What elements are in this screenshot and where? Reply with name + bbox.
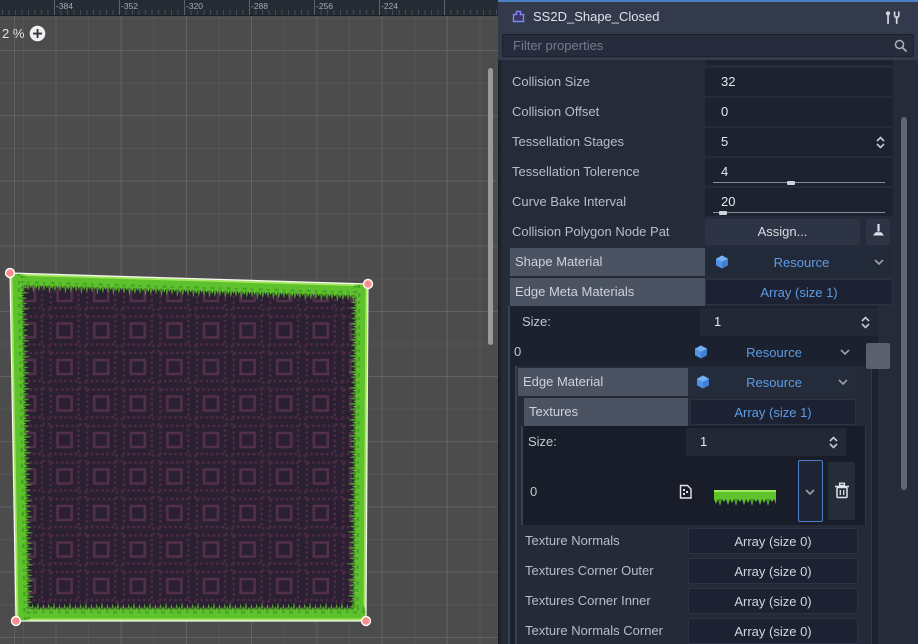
curve-bake-interval-slider[interactable]: 20 [705, 188, 893, 216]
chevron-down-icon [840, 349, 850, 355]
shape-point-handle[interactable] [12, 617, 21, 626]
ss2d-node-icon [512, 10, 525, 23]
ruler-tick-label: -288 [251, 1, 268, 11]
tessellation-stages-field[interactable]: 5 [705, 128, 893, 156]
resource-cube-icon [715, 255, 729, 269]
updown-spinner-icon[interactable] [875, 135, 886, 155]
search-icon [894, 39, 908, 58]
node-picker-icon [871, 223, 886, 238]
textures-corner-inner-array-button[interactable]: Array (size 0) [688, 588, 858, 614]
property-label: Tessellation Tolerence [512, 158, 640, 186]
inspector-header: SS2D_Shape_Closed [498, 0, 918, 31]
filter-bar [498, 31, 918, 60]
inspected-object-title: SS2D_Shape_Closed [533, 9, 659, 24]
zoom-percent-label: 2 % [2, 26, 24, 41]
chevron-down-icon [874, 259, 884, 265]
texture-dropdown-button[interactable] [798, 460, 823, 522]
texture-normals-array-button[interactable]: Array (size 0) [688, 528, 858, 554]
godot-editor: -384 -352 -320 -288 -256 -224 2 % [0, 0, 918, 644]
inspector-vertical-scrollbar[interactable] [901, 117, 907, 490]
tessellation-tolerence-slider[interactable]: 4 [705, 158, 893, 186]
resource-cube-icon [696, 375, 710, 389]
property-label: Collision Polygon Node Pat [512, 218, 670, 246]
slider-grabber[interactable] [787, 181, 795, 185]
texture-normals-corner-array-button[interactable]: Array (size 0) [688, 618, 858, 644]
slider-grabber[interactable] [719, 211, 727, 215]
collision-offset-field[interactable]: 0 [705, 98, 893, 126]
ruler-tick-label: -384 [56, 1, 73, 11]
section-edge-meta-materials: Edge Meta Materials [510, 278, 705, 306]
textures-array-button[interactable]: Array (size 1) [690, 399, 856, 425]
clipped-row-remnant [705, 60, 893, 65]
canvas-viewport[interactable]: -384 -352 -320 -288 -256 -224 2 % [0, 0, 498, 644]
array-size-field[interactable]: 1 [700, 308, 878, 336]
property-label: Textures Corner Outer [525, 557, 654, 585]
ruler-tick-label: -256 [316, 1, 333, 11]
property-label: Texture Normals [525, 527, 620, 555]
section-shape-material: Shape Material [510, 248, 705, 276]
shape-fill [9, 273, 368, 621]
shape-material-resource-dropdown[interactable]: Resource [705, 248, 893, 276]
horizontal-ruler: -384 -352 -320 -288 -256 -224 [0, 0, 498, 16]
canvas-grid[interactable]: 2 % [0, 16, 498, 644]
section-textures: Textures [524, 398, 688, 426]
array-element-index: 0 [514, 338, 521, 366]
array-size-label: Size: [522, 308, 551, 336]
ruler-tick-label: -224 [381, 1, 398, 11]
shape-point-handle[interactable] [362, 617, 371, 626]
element-extra-button[interactable] [866, 343, 890, 369]
section-edge-material: Edge Material [518, 368, 688, 396]
inspector-tools-button[interactable] [883, 10, 902, 31]
assign-node-path-button[interactable]: Assign... [705, 219, 860, 245]
chevron-down-icon [805, 489, 815, 495]
ruler-tick-label: -352 [121, 1, 138, 11]
shape-point-handle[interactable] [364, 280, 373, 289]
array-size-field[interactable]: 1 [686, 428, 846, 456]
updown-spinner-icon[interactable] [860, 315, 871, 335]
property-label: Textures Corner Inner [525, 587, 651, 615]
property-label: Curve Bake Interval [512, 188, 626, 216]
array-size-label: Size: [528, 428, 557, 456]
trash-icon [834, 482, 850, 499]
slider-track[interactable] [713, 182, 885, 183]
property-label: Tessellation Stages [512, 128, 624, 156]
textures-corner-outer-array-button[interactable]: Array (size 0) [688, 558, 858, 584]
ruler-tick-label: -320 [186, 1, 203, 11]
zoom-plus-icon[interactable] [29, 25, 46, 42]
property-label: Collision Size [512, 68, 590, 96]
edit-resource-icon[interactable] [678, 484, 694, 505]
collision-size-field[interactable]: 32 [705, 68, 893, 96]
element0-resource-dropdown[interactable]: Resource [686, 338, 856, 366]
slider-track[interactable] [713, 212, 885, 213]
updown-spinner-icon[interactable] [828, 435, 839, 455]
grass-texture-preview[interactable] [714, 490, 776, 512]
inspector-panel: SS2D_Shape_Closed Collision Size [498, 0, 918, 644]
chevron-down-icon [838, 379, 848, 385]
property-label: Texture Normals Corner [525, 617, 663, 644]
array-element-index: 0 [530, 478, 537, 506]
ss2d-shape[interactable] [4, 266, 376, 628]
shape-point-handle[interactable] [6, 269, 15, 278]
property-label: Collision Offset [512, 98, 599, 126]
viewport-vertical-scrollbar[interactable] [488, 68, 493, 345]
edge-material-resource-dropdown[interactable]: Resource [688, 368, 854, 396]
edge-meta-materials-array-button[interactable]: Array (size 1) [705, 279, 893, 305]
pick-node-button[interactable] [866, 219, 890, 245]
resource-cube-icon [694, 345, 708, 359]
filter-properties-input[interactable] [502, 34, 914, 57]
delete-texture-button[interactable] [828, 462, 855, 520]
